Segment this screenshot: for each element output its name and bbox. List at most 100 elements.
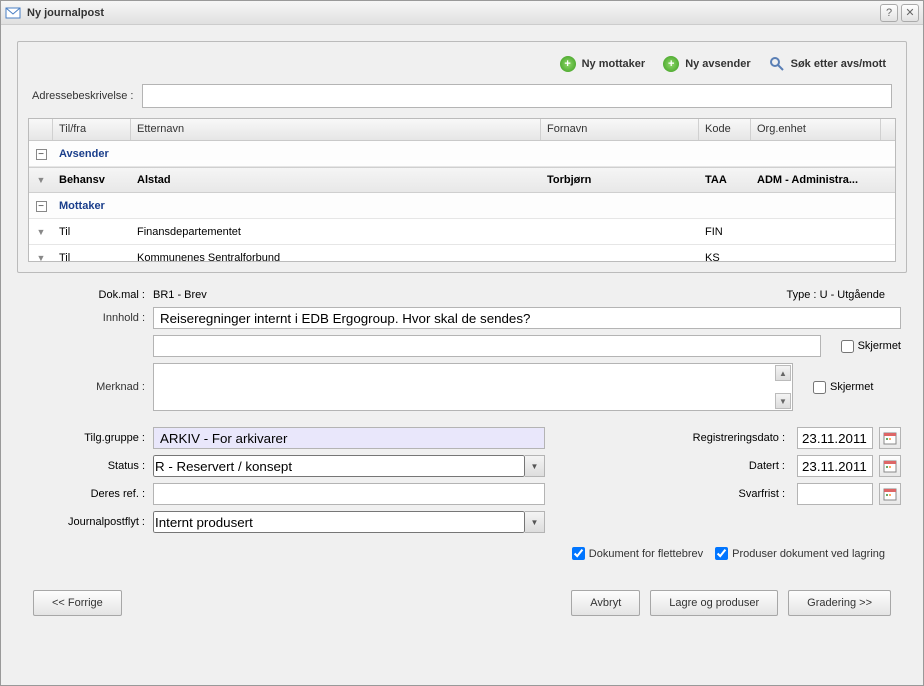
close-button[interactable]: ✕ <box>901 4 919 22</box>
skjermet-checkbox[interactable] <box>841 340 854 353</box>
table-row[interactable]: ▼ Til Kommunenes Sentralforbund KS <box>29 245 895 261</box>
flettebrev-checkbox[interactable] <box>572 547 585 560</box>
new-recipient-button[interactable]: + Ny mottaker <box>560 56 646 72</box>
skjermet-checkbox[interactable] <box>813 381 826 394</box>
group-sender-label: Avsender <box>53 144 895 164</box>
skjermet-innhold-check[interactable]: Skjermet <box>841 340 901 353</box>
regdato-input[interactable] <box>797 427 873 449</box>
calendar-icon <box>883 487 897 501</box>
flettebrev-label: Dokument for flettebrev <box>589 548 703 560</box>
deresref-label: Deres ref. : <box>23 488 153 500</box>
content-area: + Ny mottaker + Ny avsender Søk etter av… <box>1 25 923 685</box>
cell-etternavn: Kommunenes Sentralforbund <box>131 248 541 262</box>
new-sender-label: Ny avsender <box>685 58 750 70</box>
collapse-icon[interactable]: − <box>36 149 47 160</box>
group-recipient-row[interactable]: − Mottaker <box>29 193 895 219</box>
new-recipient-label: Ny mottaker <box>582 58 646 70</box>
cell-kode: KS <box>699 248 751 262</box>
deresref-input[interactable] <box>153 483 545 505</box>
svarfrist-calendar-button[interactable] <box>879 483 901 505</box>
tilg-row: Tilg.gruppe : Registreringsdato : <box>23 427 901 449</box>
chevron-down-icon[interactable]: ▼ <box>37 175 46 185</box>
skjermet-label: Skjermet <box>858 340 901 352</box>
status-input[interactable] <box>153 455 525 477</box>
chevron-down-icon[interactable]: ▼ <box>37 227 46 237</box>
innhold2-row: Skjermet <box>23 335 901 357</box>
chevron-down-icon[interactable]: ▼ <box>525 455 545 477</box>
tilg-input[interactable] <box>153 427 545 449</box>
dialog-footer: << Forrige Avbryt Lagre og produser Grad… <box>17 576 907 630</box>
merknad-textarea[interactable]: ▲ ▼ <box>153 363 793 411</box>
dokmal-row: Dok.mal : BR1 - Brev Type : U - Utgående <box>23 289 901 301</box>
header-tilfra[interactable]: Til/fra <box>53 119 131 140</box>
window-title: Ny journalpost <box>27 7 877 19</box>
merknad-row: Merknad : ▲ ▼ Skjermet <box>23 363 901 411</box>
dialog-window: Ny journalpost ? ✕ + Ny mottaker + Ny av… <box>0 0 924 686</box>
svarfrist-label: Svarfrist : <box>661 488 791 500</box>
group-sender-row[interactable]: − Avsender <box>29 141 895 167</box>
previous-button[interactable]: << Forrige <box>33 590 122 616</box>
innhold2-input[interactable] <box>153 335 821 357</box>
help-button[interactable]: ? <box>880 4 898 22</box>
header-expand <box>29 119 53 140</box>
header-kode[interactable]: Kode <box>699 119 751 140</box>
skjermet-merknad-check[interactable]: Skjermet <box>813 381 873 394</box>
jpflyt-label: Journalpostflyt : <box>23 516 153 528</box>
save-produce-button[interactable]: Lagre og produser <box>650 590 778 616</box>
status-combo[interactable]: ▼ <box>153 455 545 477</box>
scroll-up-icon[interactable]: ▲ <box>775 365 791 381</box>
jpflyt-combo[interactable]: ▼ <box>153 511 545 533</box>
cell-orgenhet <box>751 228 881 236</box>
dokmal-value: BR1 - Brev <box>153 289 207 301</box>
status-label: Status : <box>23 460 153 472</box>
innhold-input[interactable] <box>153 307 901 329</box>
table-row[interactable]: ▼ Til Finansdepartementet FIN <box>29 219 895 245</box>
datert-input[interactable] <box>797 455 873 477</box>
produser-checkbox[interactable] <box>715 547 728 560</box>
group-recipient-label: Mottaker <box>53 196 895 216</box>
produser-label: Produser dokument ved lagring <box>732 548 885 560</box>
chevron-down-icon[interactable]: ▼ <box>525 511 545 533</box>
skjermet-label: Skjermet <box>830 381 873 393</box>
plus-icon: + <box>560 56 576 72</box>
jpflyt-input[interactable] <box>153 511 525 533</box>
innhold-label: Innhold : <box>23 312 153 324</box>
plus-icon: + <box>663 56 679 72</box>
type-label: Type : <box>787 289 817 301</box>
type-value: U - Utgående <box>820 289 885 301</box>
table-row[interactable]: ▼ Behansv Alstad Torbjørn TAA ADM - Admi… <box>29 167 895 193</box>
cell-kode: FIN <box>699 222 751 242</box>
status-row: Status : ▼ Datert : <box>23 455 901 477</box>
svarfrist-input[interactable] <box>797 483 873 505</box>
cancel-button[interactable]: Avbryt <box>571 590 640 616</box>
collapse-icon[interactable]: − <box>36 201 47 212</box>
header-etternavn[interactable]: Etternavn <box>131 119 541 140</box>
address-description-label: Adressebeskrivelse : <box>32 90 134 102</box>
produser-check[interactable]: Produser dokument ved lagring <box>715 547 885 560</box>
flettebrev-check[interactable]: Dokument for flettebrev <box>572 547 703 560</box>
bottom-options: Dokument for flettebrev Produser dokumen… <box>23 547 901 560</box>
type-meta: Type : U - Utgående <box>787 289 901 301</box>
innhold-row: Innhold : <box>23 307 901 329</box>
header-fornavn[interactable]: Fornavn <box>541 119 699 140</box>
header-orgenhet[interactable]: Org.enhet <box>751 119 881 140</box>
new-sender-button[interactable]: + Ny avsender <box>663 56 750 72</box>
regdato-calendar-button[interactable] <box>879 427 901 449</box>
cell-orgenhet <box>751 254 881 262</box>
calendar-icon <box>883 459 897 473</box>
chevron-down-icon[interactable]: ▼ <box>37 253 46 262</box>
journal-form: Dok.mal : BR1 - Brev Type : U - Utgående… <box>17 285 907 564</box>
search-contacts-button[interactable]: Søk etter avs/mott <box>769 56 886 72</box>
grid-body: − Avsender ▼ Behansv Alstad Torbjørn TAA… <box>29 141 895 261</box>
calendar-icon <box>883 431 897 445</box>
dokmal-label: Dok.mal : <box>23 289 153 301</box>
scroll-down-icon[interactable]: ▼ <box>775 393 791 409</box>
merknad-label: Merknad : <box>23 381 153 393</box>
jpflyt-row: Journalpostflyt : ▼ <box>23 511 901 533</box>
address-description-input[interactable] <box>142 84 893 108</box>
grading-button[interactable]: Gradering >> <box>788 590 891 616</box>
cell-fornavn <box>541 228 699 236</box>
datert-calendar-button[interactable] <box>879 455 901 477</box>
cell-fornavn: Torbjørn <box>541 170 699 190</box>
address-panel: + Ny mottaker + Ny avsender Søk etter av… <box>17 41 907 273</box>
